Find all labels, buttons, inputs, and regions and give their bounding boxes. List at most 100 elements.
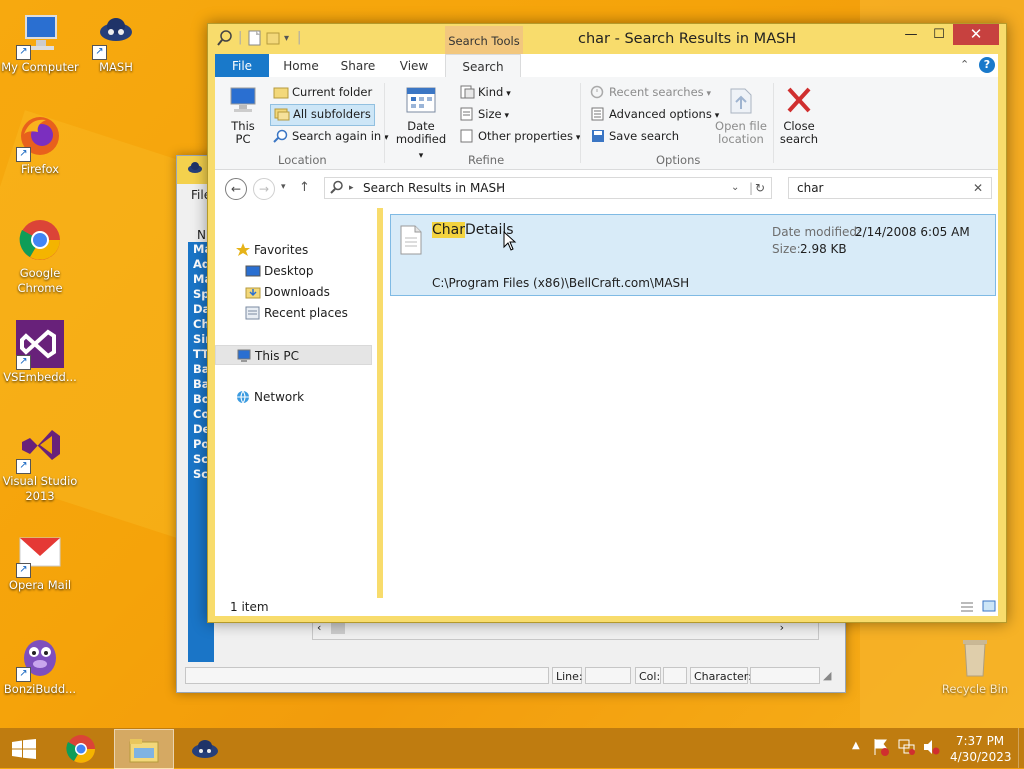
recent-locations-icon[interactable]: ▾	[281, 182, 286, 192]
open-file-location-button[interactable]: Open file location	[712, 85, 770, 146]
search-again-in-button[interactable]: Search again in ▾	[270, 126, 392, 146]
nav-downloads[interactable]: Downloads	[245, 282, 330, 302]
show-desktop-button[interactable]	[1018, 728, 1024, 768]
nav-favorites[interactable]: Favorites	[235, 240, 308, 260]
collapse-ribbon-icon[interactable]: ⌃	[960, 58, 969, 71]
desktop-icon-mash[interactable]: ↗ MASH	[76, 10, 156, 75]
taskbar-chrome[interactable]	[52, 729, 110, 767]
taskbar-mash[interactable]	[176, 729, 234, 767]
properties-icon	[459, 129, 475, 143]
desktop-icon-bonzibuddy[interactable]: ↗ BonziBudd...	[0, 632, 80, 697]
minimize-button[interactable]: —	[896, 25, 926, 45]
location-group-label: Location	[278, 153, 327, 167]
this-pc-button[interactable]: This PC	[223, 85, 263, 146]
result-file-name[interactable]: CharDetails	[432, 222, 514, 238]
clock[interactable]: 7:37 PM 4/30/2023	[950, 733, 1012, 765]
tab-home[interactable]: Home	[275, 54, 327, 77]
resize-grip-icon[interactable]: ◢	[823, 669, 831, 682]
address-divider: |	[749, 181, 754, 195]
desktop-icon-opera-mail[interactable]: ↗ Opera Mail	[0, 528, 80, 593]
explorer-window[interactable]: | ▾ | Search Tools char - Search Results…	[207, 23, 1007, 623]
desktop-icon-vsembedded[interactable]: ↗ VSEmbedd...	[0, 320, 80, 385]
start-button[interactable]	[0, 729, 48, 767]
qat-divider: |	[238, 30, 243, 45]
desktop-icon	[245, 264, 261, 278]
volume-muted-icon[interactable]	[922, 738, 940, 759]
address-dropdown-icon[interactable]: ⌄	[731, 178, 739, 198]
nav-recent-places[interactable]: Recent places	[245, 303, 348, 323]
date-modified-label: Date modified	[395, 119, 447, 146]
downloads-icon	[245, 285, 261, 299]
action-center-icon[interactable]	[873, 738, 889, 759]
maximize-button[interactable]: ☐	[924, 25, 954, 45]
desktop-icon-label: BonziBudd...	[3, 682, 77, 696]
search-result-item[interactable]: CharDetails Date modified: 2/14/2008 6:0…	[390, 214, 996, 296]
network-tray-icon[interactable]	[898, 738, 916, 759]
tab-file[interactable]: File	[215, 54, 269, 77]
kind-icon	[459, 85, 475, 99]
breadcrumb-chevron-icon[interactable]: ▸	[497, 178, 502, 198]
address-bar[interactable]: ▸ Search Results in MASH ▸ ⌄ | ↻	[324, 177, 772, 199]
nav-network[interactable]: Network	[235, 387, 304, 407]
all-subfolders-label: All subfolders	[293, 107, 371, 121]
new-folder-icon[interactable]	[266, 30, 280, 50]
tab-share[interactable]: Share	[333, 54, 383, 77]
status-bar: 1 item	[215, 598, 998, 616]
scroll-thumb[interactable]	[331, 622, 345, 634]
desktop-icon-my-computer[interactable]: ↗ My Computer	[0, 10, 80, 75]
all-subfolders-button[interactable]: All subfolders	[270, 104, 375, 126]
recent-searches-button[interactable]: Recent searches ▾	[587, 82, 714, 102]
desktop-icon-label: VSEmbedd...	[3, 370, 77, 384]
clock-time: 7:37 PM	[955, 734, 1005, 748]
forward-button[interactable]: →	[253, 178, 275, 200]
advanced-options-button[interactable]: Advanced options ▾	[587, 104, 722, 124]
search-icon	[330, 180, 344, 200]
recycle-bin-icon	[951, 632, 999, 680]
date-modified-button[interactable]: Date modified ▾	[393, 85, 449, 163]
properties-icon[interactable]	[248, 30, 262, 50]
show-hidden-icons-icon[interactable]: ▲	[852, 740, 860, 751]
bonzibuddy-icon: ↗	[16, 632, 64, 682]
close-button[interactable]: ✕	[953, 24, 999, 45]
current-folder-button[interactable]: Current folder	[270, 82, 375, 102]
taskbar-file-explorer[interactable]	[114, 729, 174, 769]
desktop-icon-google-chrome[interactable]: Google Chrome	[0, 216, 80, 296]
back-button[interactable]: ←	[225, 178, 247, 200]
desktop-icon-firefox[interactable]: ↗ Firefox	[0, 112, 80, 177]
kind-button[interactable]: Kind ▾	[456, 82, 514, 102]
this-pc-label: This PC	[231, 119, 255, 146]
nav-this-pc[interactable]: This PC	[215, 345, 372, 365]
clear-search-icon[interactable]: ✕	[973, 178, 983, 198]
shortcut-arrow-icon: ↗	[16, 147, 31, 162]
chrome-icon	[16, 216, 64, 264]
breadcrumb-search-results[interactable]: Search Results in MASH	[363, 178, 505, 198]
other-properties-button[interactable]: Other properties ▾	[456, 126, 583, 146]
desktop-icon-recycle-bin[interactable]: Recycle Bin	[935, 632, 1015, 697]
help-icon[interactable]: ?	[979, 57, 995, 73]
large-icons-view-icon[interactable]	[982, 600, 996, 615]
taskbar: ▲ 7:37 PM 4/30/2023	[0, 728, 1024, 769]
details-view-icon[interactable]	[960, 601, 974, 616]
tab-search[interactable]: Search	[445, 54, 521, 78]
search-icon	[217, 30, 233, 50]
refresh-icon[interactable]: ↻	[755, 178, 765, 198]
explorer-title-bar[interactable]: | ▾ | Search Tools char - Search Results…	[208, 24, 1006, 54]
status-character-label: Character:	[690, 667, 752, 684]
save-search-button[interactable]: Save search	[587, 126, 682, 146]
tab-view[interactable]: View	[391, 54, 437, 77]
result-name-highlight: Char	[432, 222, 465, 238]
status-col-label: Col:	[635, 667, 661, 684]
search-input[interactable]: char ✕	[788, 177, 992, 199]
desktop-icon-label: Recycle Bin	[941, 682, 1009, 696]
search-results-pane[interactable]: CharDetails Date modified: 2/14/2008 6:0…	[383, 208, 998, 598]
size-button[interactable]: Size ▾	[456, 104, 512, 124]
nav-desktop[interactable]: Desktop	[245, 261, 314, 281]
close-search-button[interactable]: Close search	[777, 85, 821, 146]
nav-favorites-label: Favorites	[254, 243, 309, 257]
up-arrow-icon[interactable]: ↑	[299, 180, 310, 195]
desktop-icon-visual-studio-2013[interactable]: ↗ Visual Studio 2013	[0, 424, 80, 504]
ribbon-separator	[773, 83, 774, 163]
search-icon	[273, 129, 289, 143]
customize-qat-icon[interactable]: ▾	[284, 33, 289, 44]
firefox-icon: ↗	[16, 112, 64, 162]
